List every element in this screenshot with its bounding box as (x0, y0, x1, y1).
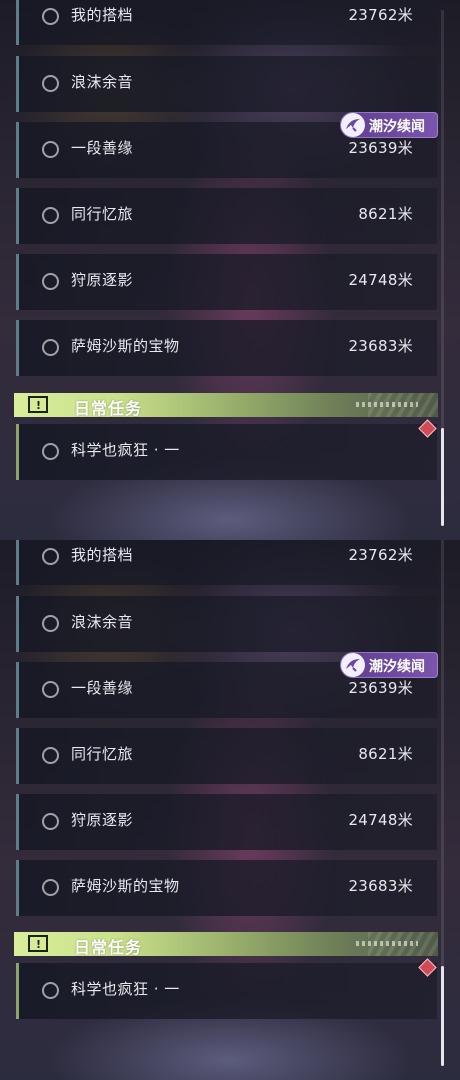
tidal-story-tag: 潮汐续闻 (340, 652, 438, 678)
quest-name: 萨姆沙斯的宝物 (71, 877, 180, 895)
circle-status-icon (42, 813, 59, 830)
quest-name: 同行忆旅 (71, 205, 134, 223)
circle-status-icon (42, 339, 59, 356)
quest-distance: 23639米 (348, 139, 413, 157)
quest-row-treasure[interactable]: 萨姆沙斯的宝物 23683米 (16, 860, 437, 916)
circle-status-icon (42, 747, 59, 764)
daily-task-name: 科学也疯狂 · 一 (71, 980, 180, 998)
quest-row-journey[interactable]: 同行忆旅 8621米 (16, 188, 437, 244)
circle-status-icon (42, 75, 59, 92)
quest-distance: 23639米 (348, 679, 413, 697)
quest-name: 浪沫余音 (71, 613, 134, 631)
alert-box-icon: ! (28, 935, 48, 952)
circle-status-icon (42, 681, 59, 698)
quest-name: 狩原逐影 (71, 811, 134, 829)
daily-section-title: 日常任务 (74, 938, 143, 957)
quest-name: 一段善缘 (71, 679, 134, 697)
header-decoration (356, 941, 418, 946)
scrollbar-thumb[interactable] (441, 428, 444, 526)
quest-row-treasure[interactable]: 萨姆沙斯的宝物 23683米 (16, 320, 437, 376)
quest-distance: 23683米 (348, 877, 413, 895)
quest-panel-bottom: 我的搭档 23762米 浪沫余音 一段善缘 23639米 潮汐续闻 同行忆旅 8… (0, 540, 460, 1080)
quest-row-hunt[interactable]: 狩原逐影 24748米 (16, 254, 437, 310)
daily-section-title: 日常任务 (74, 399, 143, 418)
circle-status-icon (42, 8, 59, 25)
quest-distance: 23762米 (348, 546, 413, 564)
quest-distance: 23762米 (348, 6, 413, 24)
tidal-story-icon (341, 653, 365, 677)
circle-status-icon (42, 141, 59, 158)
quest-row-journey[interactable]: 同行忆旅 8621米 (16, 728, 437, 784)
quest-distance: 8621米 (358, 745, 413, 763)
quest-distance: 23683米 (348, 337, 413, 355)
circle-status-icon (42, 207, 59, 224)
circle-status-icon (42, 982, 59, 999)
quest-row-partner[interactable]: 我的搭档 23762米 (16, 540, 437, 585)
circle-status-icon (42, 615, 59, 632)
tidal-story-icon (341, 113, 365, 137)
quest-name: 萨姆沙斯的宝物 (71, 337, 180, 355)
quest-name: 我的搭档 (71, 6, 134, 24)
tidal-story-tag: 潮汐续闻 (340, 112, 438, 138)
tidal-story-label: 潮汐续闻 (369, 119, 425, 135)
quest-distance: 8621米 (358, 205, 413, 223)
quest-name: 一段善缘 (71, 139, 134, 157)
circle-status-icon (42, 879, 59, 896)
quest-row-foam[interactable]: 浪沫余音 (16, 56, 437, 112)
quest-distance: 24748米 (348, 811, 413, 829)
circle-status-icon (42, 443, 59, 460)
quest-name: 狩原逐影 (71, 271, 134, 289)
quest-panel-top: 我的搭档 23762米 浪沫余音 一段善缘 23639米 潮汐续闻 同行忆旅 8… (0, 0, 460, 540)
quest-row-hunt[interactable]: 狩原逐影 24748米 (16, 794, 437, 850)
daily-task-name: 科学也疯狂 · 一 (71, 441, 180, 459)
daily-section-header[interactable]: ! 日常任务 (14, 393, 438, 418)
quest-row-foam[interactable]: 浪沫余音 (16, 596, 437, 652)
quest-name: 我的搭档 (71, 546, 134, 564)
daily-task-row[interactable]: 科学也疯狂 · 一 (16, 424, 437, 480)
quest-name: 浪沫余音 (71, 73, 134, 91)
daily-section-header[interactable]: ! 日常任务 (14, 932, 438, 957)
scrollbar-thumb[interactable] (441, 966, 444, 1066)
quest-name: 同行忆旅 (71, 745, 134, 763)
header-decoration (356, 402, 418, 407)
circle-status-icon (42, 273, 59, 290)
quest-row-partner[interactable]: 我的搭档 23762米 (16, 0, 437, 45)
tidal-story-label: 潮汐续闻 (369, 659, 425, 675)
daily-task-row[interactable]: 科学也疯狂 · 一 (16, 963, 437, 1019)
alert-box-icon: ! (28, 396, 48, 413)
quest-distance: 24748米 (348, 271, 413, 289)
circle-status-icon (42, 548, 59, 565)
